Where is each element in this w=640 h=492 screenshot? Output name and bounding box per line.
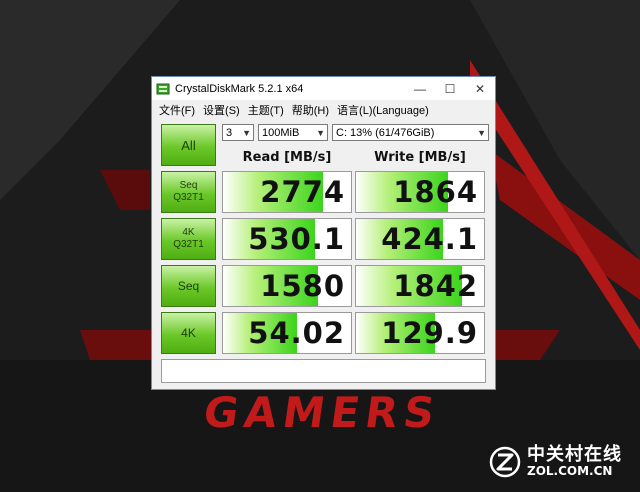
chevron-down-icon: ▼ — [477, 127, 486, 138]
4k-q32t1-button[interactable]: 4K Q32T1 — [161, 218, 216, 260]
result-value: 424.1 — [381, 222, 478, 256]
result-value: 129.9 — [381, 316, 478, 350]
seq-q32t1-read-result: 2774 — [222, 171, 352, 213]
result-value: 1580 — [260, 269, 345, 303]
menu-file[interactable]: 文件(F) — [155, 102, 199, 118]
4k-q32t1-read-result: 530.1 — [222, 218, 352, 260]
zol-watermark: 中关村在线 ZOL.COM.CN — [489, 444, 622, 479]
4k-q32t1-write-result: 424.1 — [355, 218, 485, 260]
4k-write-result: 129.9 — [355, 312, 485, 354]
minimize-button[interactable]: — — [405, 77, 435, 100]
maximize-button[interactable]: ☐ — [435, 77, 465, 100]
result-value: 54.02 — [248, 316, 345, 350]
drive-value: C: 13% (61/476GiB) — [336, 126, 435, 139]
drive-select[interactable]: C: 13% (61/476GiB) ▼ — [332, 124, 489, 141]
seq-write-result: 1842 — [355, 265, 485, 307]
row-label-line2: Q32T1 — [173, 192, 204, 203]
window-title: CrystalDiskMark 5.2.1 x64 — [175, 82, 304, 95]
menu-bar: 文件(F) 设置(S) 主题(T) 帮助(H) 语言(L)(Language) — [152, 100, 495, 119]
row-label-line1: Seq — [177, 278, 200, 293]
test-count-value: 3 — [226, 126, 233, 139]
row-label-line2: Q32T1 — [173, 239, 204, 250]
seq-read-result: 1580 — [222, 265, 352, 307]
read-column-header: Read [MB/s] — [242, 150, 332, 165]
row-label-line1: Seq — [179, 180, 198, 191]
4k-button[interactable]: 4K — [161, 312, 216, 354]
wallpaper-brand-text: GAMERS — [200, 388, 444, 437]
result-value: 1842 — [393, 269, 478, 303]
title-bar[interactable]: CrystalDiskMark 5.2.1 x64 — ☐ ✕ — [152, 77, 495, 100]
row-label-line1: 4K — [182, 227, 195, 238]
row-label-line1: 4K — [181, 325, 196, 340]
result-value: 1864 — [393, 175, 478, 209]
test-count-select[interactable]: 3 ▼ — [222, 124, 254, 141]
menu-help[interactable]: 帮助(H) — [288, 102, 333, 118]
watermark-cn-text: 中关村在线 — [527, 444, 622, 466]
crystaldiskmark-window: CrystalDiskMark 5.2.1 x64 — ☐ ✕ 文件(F) 设置… — [151, 76, 496, 390]
zol-logo-icon — [489, 446, 521, 478]
close-button[interactable]: ✕ — [465, 77, 495, 100]
result-value: 2774 — [260, 175, 345, 209]
run-all-button[interactable]: All — [161, 124, 216, 166]
seq-q32t1-write-result: 1864 — [355, 171, 485, 213]
chevron-down-icon: ▼ — [242, 127, 251, 138]
disk-app-icon — [156, 83, 170, 94]
comment-field[interactable] — [161, 359, 486, 383]
test-size-select[interactable]: 100MiB ▼ — [258, 124, 328, 141]
4k-read-result: 54.02 — [222, 312, 352, 354]
menu-language[interactable]: 语言(L)(Language) — [333, 102, 433, 118]
result-value: 530.1 — [248, 222, 345, 256]
watermark-en-text: ZOL.COM.CN — [527, 464, 613, 479]
menu-settings[interactable]: 设置(S) — [199, 102, 244, 118]
seq-q32t1-button[interactable]: Seq Q32T1 — [161, 171, 216, 213]
test-size-value: 100MiB — [262, 126, 300, 139]
chevron-down-icon: ▼ — [316, 127, 325, 138]
write-column-header: Write [MB/s] — [374, 150, 466, 165]
menu-theme[interactable]: 主题(T) — [244, 102, 288, 118]
seq-button[interactable]: Seq — [161, 265, 216, 307]
